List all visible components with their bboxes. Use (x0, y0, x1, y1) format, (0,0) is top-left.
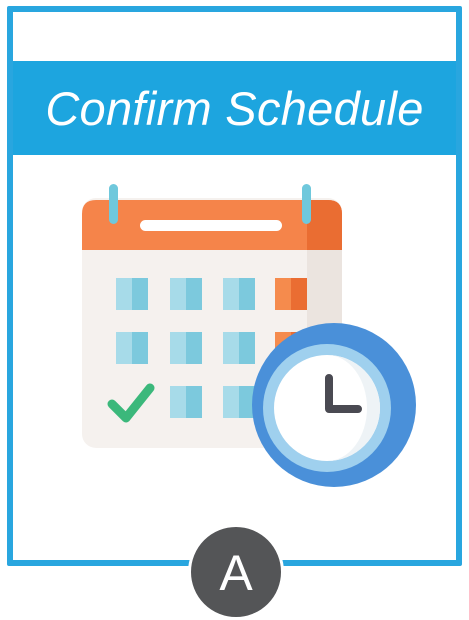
title-bar: Confirm Schedule (13, 61, 456, 155)
clock-icon (252, 323, 416, 487)
calendar-clock-icon (82, 184, 416, 487)
badge-letter: A (219, 545, 253, 601)
card-title: Confirm Schedule (45, 81, 424, 135)
option-badge-a[interactable]: A (188, 524, 284, 620)
calendar-ring-right (302, 184, 311, 224)
calendar-header-bar (140, 220, 282, 231)
calendar-header-shade (307, 200, 342, 250)
calendar-ring-left (109, 184, 118, 224)
